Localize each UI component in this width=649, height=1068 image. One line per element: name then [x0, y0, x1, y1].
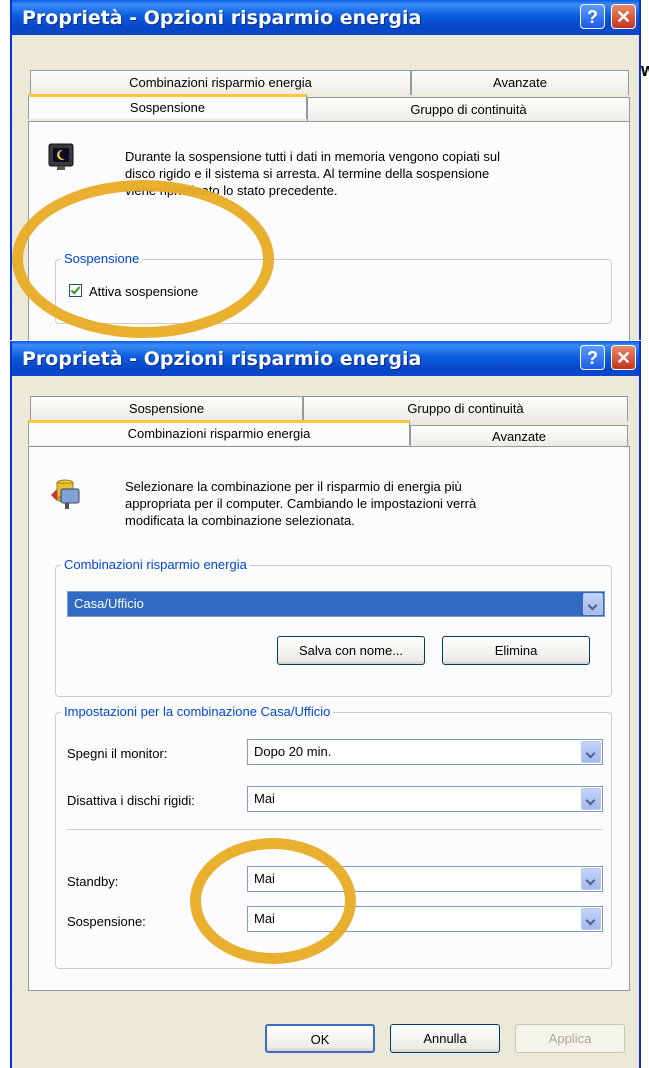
hibernate-label: Sospensione: [67, 914, 146, 929]
schemes-group-label: Combinazioni risparmio energia [61, 557, 250, 572]
chevron-down-icon[interactable] [583, 593, 603, 615]
help-icon[interactable]: ? [580, 345, 605, 370]
settings-group-label: Impostazioni per la combinazione Casa/Uf… [61, 704, 334, 719]
top-window-title: Proprietà - Opzioni risparmio energia [22, 7, 422, 29]
bottom-window-title: Proprietà - Opzioni risparmio energia [22, 348, 422, 370]
hibernate-monitor-icon [47, 142, 77, 172]
ok-button[interactable]: OK [265, 1024, 375, 1053]
bottom-description-line-3: modificata la combinazione selezionata. [125, 513, 355, 528]
top-description-line-1: Durante la sospensione tutti i dati in m… [125, 149, 501, 164]
tab-combinazioni[interactable]: Combinazioni risparmio energia [28, 420, 410, 445]
highlight-ring-hibernate [12, 180, 274, 338]
top-description-line-2: disco rigido e il sistema si arresta. Al… [125, 166, 490, 181]
monitor-off-label: Spegni il monitor: [67, 746, 168, 761]
tab-combinazioni[interactable]: Combinazioni risparmio energia [30, 70, 411, 95]
apply-button: Applica [515, 1024, 625, 1053]
stray-window-char: w [641, 60, 649, 80]
bottom-titlebar[interactable]: Proprietà - Opzioni risparmio energia ? … [12, 341, 639, 376]
cancel-button[interactable]: Annulla [390, 1024, 500, 1053]
standby-label: Standby: [67, 874, 119, 889]
chevron-down-icon[interactable] [581, 868, 601, 890]
tab-sospensione[interactable]: Sospensione [28, 94, 307, 119]
highlight-ring-standby-hibernate [190, 838, 356, 964]
tab-avanzate[interactable]: Avanzate [411, 70, 629, 95]
chevron-down-icon[interactable] [581, 908, 601, 930]
schemes-group [55, 565, 612, 697]
bottom-dialog: Proprietà - Opzioni risparmio energia ? … [10, 341, 641, 1068]
power-scheme-icon [47, 475, 83, 511]
tab-avanzate[interactable]: Avanzate [410, 425, 628, 446]
chevron-down-icon[interactable] [581, 788, 601, 810]
help-icon[interactable]: ? [580, 4, 605, 29]
tab-sospensione[interactable]: Sospensione [30, 396, 303, 421]
close-icon[interactable]: ✕ [611, 345, 636, 370]
settings-divider [67, 829, 603, 833]
close-icon[interactable]: ✕ [611, 4, 636, 29]
bottom-description-line-1: Selezionare la combinazione per il rispa… [125, 479, 462, 494]
tab-gruppo-continuita[interactable]: Gruppo di continuità [303, 396, 628, 421]
monitor-off-select[interactable]: Dopo 20 min. [247, 739, 603, 765]
tab-gruppo-continuita[interactable]: Gruppo di continuità [307, 97, 630, 122]
disks-off-select[interactable]: Mai [247, 786, 603, 812]
delete-button[interactable]: Elimina [442, 636, 590, 665]
top-titlebar[interactable]: Proprietà - Opzioni risparmio energia ? … [12, 0, 639, 35]
bottom-description-line-2: appropriata per il computer. Cambiando l… [125, 496, 477, 511]
save-as-button[interactable]: Salva con nome... [277, 636, 425, 665]
chevron-down-icon[interactable] [581, 741, 601, 763]
disks-off-label: Disattiva i dischi rigidi: [67, 793, 195, 808]
power-scheme-select[interactable]: Casa/Ufficio [67, 591, 605, 617]
